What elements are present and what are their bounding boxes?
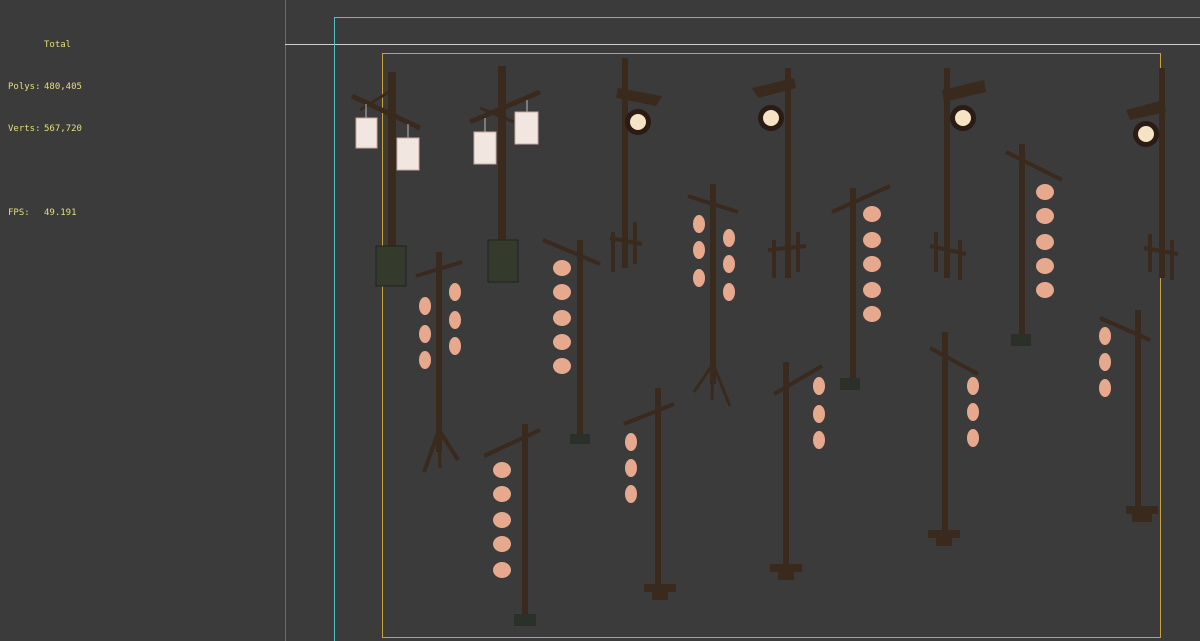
viewport-scene xyxy=(285,0,1200,641)
verts-label: Verts: xyxy=(8,124,41,134)
fps-value: 49.191 xyxy=(44,208,77,218)
polys-value: 480,405 xyxy=(44,82,82,92)
pole-red-lanterns-3 xyxy=(687,184,739,407)
pole-red-lanterns-2 xyxy=(542,238,601,444)
stats-fps-row: FPS: 49.191 xyxy=(8,206,82,220)
verts-value: 567,720 xyxy=(44,124,82,134)
pole-roofed-lamp-3 xyxy=(929,68,986,280)
pole-red-lanterns-7 xyxy=(483,424,541,626)
stats-verts-row: Verts: 567,720 xyxy=(8,122,82,136)
pole-red-lanterns-5 xyxy=(1005,144,1063,346)
pole-white-lanterns-1 xyxy=(350,72,422,287)
pole-roofed-lamp-1 xyxy=(609,58,662,272)
pole-red-lanterns-9 xyxy=(770,362,825,580)
stats-polys-row: Polys: 480,405 xyxy=(8,80,82,94)
pole-roofed-lamp-2 xyxy=(752,68,807,278)
pole-white-lanterns-2 xyxy=(469,66,541,283)
pole-roofed-lamp-4 xyxy=(1126,68,1179,280)
polys-label: Polys: xyxy=(8,82,41,92)
stats-title: Total xyxy=(44,40,72,50)
pole-red-lanterns-1 xyxy=(415,252,463,473)
fps-label: FPS: xyxy=(8,208,30,218)
3d-viewport[interactable]: Total Polys: 480,405 Verts: 567,720 FPS:… xyxy=(0,0,1200,641)
pole-red-lanterns-10 xyxy=(928,332,979,546)
pole-red-lanterns-4 xyxy=(831,184,891,390)
viewport-statistics: Total Polys: 480,405 Verts: 567,720 FPS:… xyxy=(8,10,82,248)
pole-red-lanterns-8 xyxy=(623,388,676,600)
pole-red-lanterns-6 xyxy=(1099,310,1158,522)
